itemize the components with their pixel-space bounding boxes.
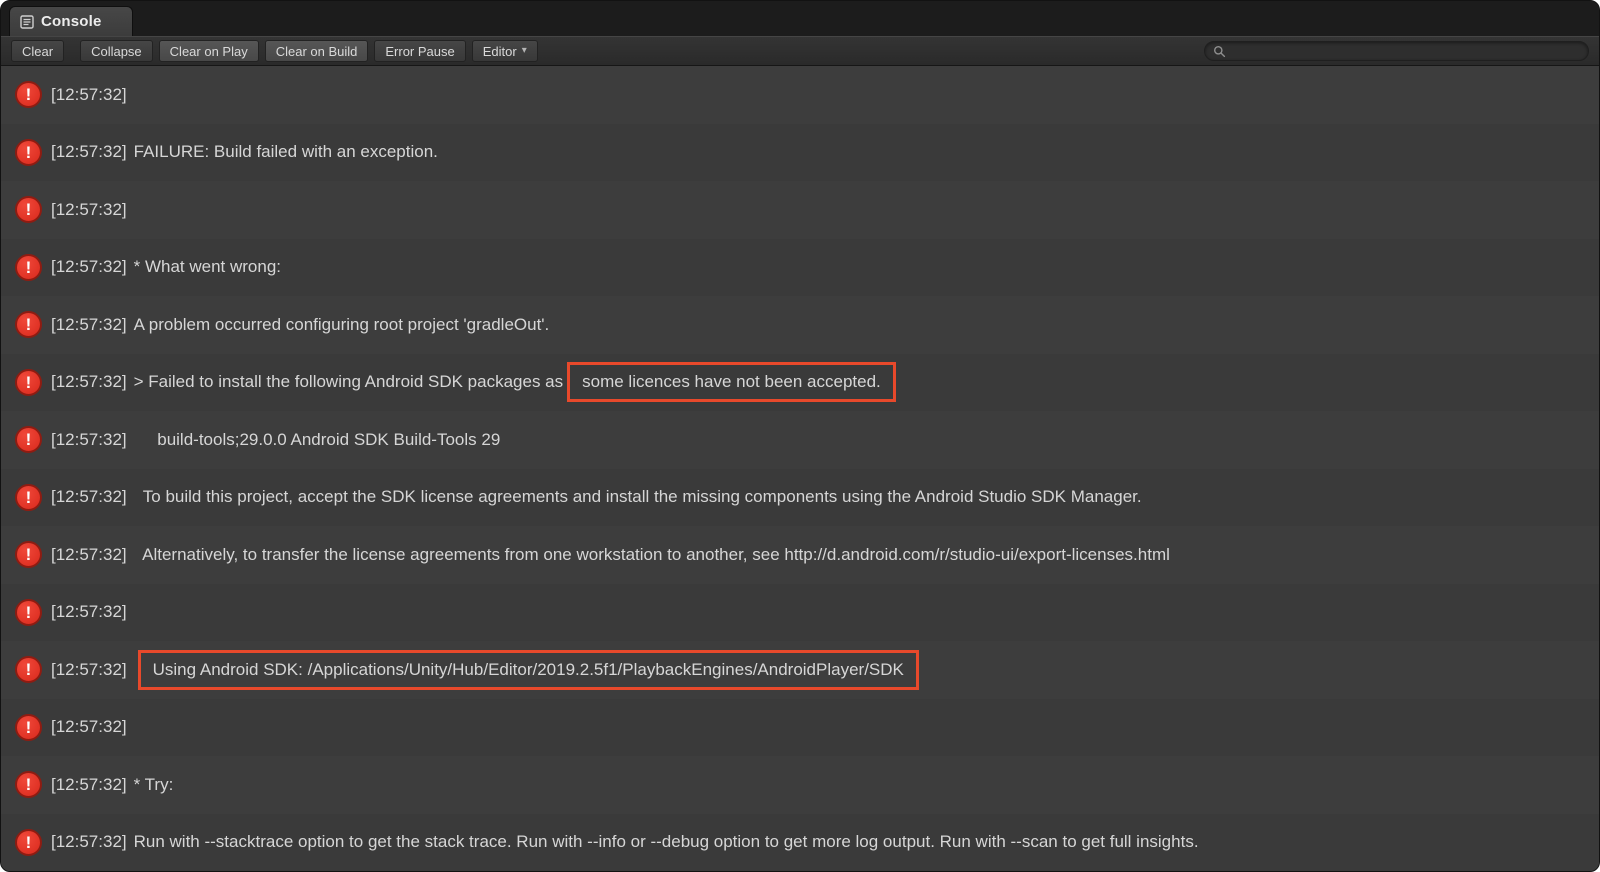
exclamation-glyph: ! (26, 86, 32, 103)
tab-label: Console (41, 13, 102, 30)
collapse-toggle[interactable]: Collapse (80, 40, 153, 62)
log-entry[interactable]: ! [12:57:32] build-tools;29.0.0 Android … (1, 411, 1599, 469)
editor-dropdown[interactable]: Editor ▾ (472, 40, 538, 62)
error-icon: ! (15, 541, 42, 568)
log-timestamp: [12:57:32] (51, 257, 127, 277)
log-text: [12:57:32] Using Android SDK: /Applicatio… (51, 650, 919, 690)
console-toolbar: Clear Collapse Clear on Play Clear on Bu… (1, 36, 1599, 66)
log-entry[interactable]: ! [12:57:32] To build this project, acce… (1, 469, 1599, 527)
error-icon: ! (15, 81, 42, 108)
log-entry[interactable]: ! [12:57:32] FAILURE: Build failed with a… (1, 124, 1599, 182)
error-icon: ! (15, 714, 42, 741)
clear-on-play-toggle[interactable]: Clear on Play (159, 40, 259, 62)
error-icon: ! (15, 369, 42, 396)
log-message: * Try: (134, 775, 174, 795)
log-timestamp: [12:57:32] (51, 545, 127, 565)
log-timestamp: [12:57:32] (51, 717, 127, 737)
log-entry[interactable]: ! [12:57:32] (1, 584, 1599, 642)
log-message: FAILURE: Build failed with an exception. (134, 142, 438, 162)
log-text: [12:57:32] Alternatively, to transfer th… (51, 545, 1170, 565)
log-message: To build this project, accept the SDK li… (134, 487, 1142, 507)
log-text: [12:57:32] (51, 200, 134, 220)
log-text: [12:57:32] FAILURE: Build failed with an … (51, 142, 438, 162)
log-timestamp: [12:57:32] (51, 85, 127, 105)
log-timestamp: [12:57:32] (51, 430, 127, 450)
error-icon: ! (15, 829, 42, 856)
log-timestamp: [12:57:32] (51, 832, 127, 852)
error-pause-toggle[interactable]: Error Pause (374, 40, 465, 62)
error-icon: ! (15, 196, 42, 223)
console-log-list: ! [12:57:32] ! [12:57:32] FAILURE: Build … (1, 66, 1599, 871)
log-timestamp: [12:57:32] (51, 775, 127, 795)
error-icon: ! (15, 656, 42, 683)
exclamation-glyph: ! (26, 201, 32, 218)
exclamation-glyph: ! (26, 719, 32, 736)
log-timestamp: [12:57:32] (51, 602, 127, 622)
log-highlight-box: some licences have not been accepted. (567, 362, 896, 402)
log-text: [12:57:32] To build this project, accept… (51, 487, 1142, 507)
error-icon: ! (15, 426, 42, 453)
tab-console[interactable]: Console (9, 6, 133, 36)
exclamation-glyph: ! (26, 776, 32, 793)
log-timestamp: [12:57:32] (51, 200, 127, 220)
search-input[interactable] (1231, 44, 1580, 59)
log-timestamp: [12:57:32] (51, 315, 127, 335)
log-message: Run with --stacktrace option to get the … (134, 832, 1199, 852)
log-entry[interactable]: ! [12:57:32] Run with --stacktrace option… (1, 814, 1599, 872)
log-timestamp: [12:57:32] (51, 660, 127, 680)
log-message: * What went wrong: (134, 257, 281, 277)
exclamation-glyph: ! (26, 604, 32, 621)
log-entry[interactable]: ! [12:57:32] Using Android SDK: /Applicat… (1, 641, 1599, 699)
log-text: [12:57:32] build-tools;29.0.0 Android SD… (51, 430, 500, 450)
clear-button[interactable]: Clear (11, 40, 64, 62)
log-message: > Failed to install the following Androi… (134, 372, 564, 392)
log-entry[interactable]: ! [12:57:32] (1, 699, 1599, 757)
chevron-down-icon: ▾ (522, 46, 527, 56)
log-text: [12:57:32] Run with --stacktrace option t… (51, 832, 1199, 852)
log-highlight-box: Using Android SDK: /Applications/Unity/H… (138, 650, 919, 690)
error-icon: ! (15, 484, 42, 511)
exclamation-glyph: ! (26, 316, 32, 333)
exclamation-glyph: ! (26, 834, 32, 851)
search-icon (1213, 45, 1226, 58)
exclamation-glyph: ! (26, 374, 32, 391)
log-entry[interactable]: ! [12:57:32] > Failed to install the foll… (1, 354, 1599, 412)
log-entry[interactable]: ! [12:57:32] * Try: (1, 756, 1599, 814)
error-icon: ! (15, 139, 42, 166)
log-timestamp: [12:57:32] (51, 372, 127, 392)
unity-console-window: Console Clear Collapse Clear on Play Cle… (0, 0, 1600, 872)
exclamation-glyph: ! (26, 489, 32, 506)
log-entry[interactable]: ! [12:57:32] A problem occurred configuri… (1, 296, 1599, 354)
log-entry[interactable]: ! [12:57:32] Alternatively, to transfer … (1, 526, 1599, 584)
log-text: [12:57:32] A problem occurred configuring… (51, 315, 549, 335)
log-message: Alternatively, to transfer the license a… (134, 545, 1170, 565)
log-entry[interactable]: ! [12:57:32] (1, 181, 1599, 239)
error-icon: ! (15, 311, 42, 338)
log-message: build-tools;29.0.0 Android SDK Build-Too… (134, 430, 501, 450)
log-timestamp: [12:57:32] (51, 142, 127, 162)
console-search[interactable] (1204, 41, 1589, 61)
log-message: A problem occurred configuring root proj… (134, 315, 550, 335)
clear-on-build-toggle[interactable]: Clear on Build (265, 40, 369, 62)
log-timestamp: [12:57:32] (51, 487, 127, 507)
log-entry[interactable]: ! [12:57:32] (1, 66, 1599, 124)
log-text: [12:57:32] * What went wrong: (51, 257, 281, 277)
exclamation-glyph: ! (26, 259, 32, 276)
log-text: [12:57:32] > Failed to install the follow… (51, 362, 896, 402)
log-entry[interactable]: ! [12:57:32] * What went wrong: (1, 239, 1599, 297)
error-icon: ! (15, 254, 42, 281)
exclamation-glyph: ! (26, 661, 32, 678)
tab-bar: Console (1, 1, 1599, 36)
log-text: [12:57:32] (51, 85, 134, 105)
editor-dropdown-label: Editor (483, 44, 517, 59)
exclamation-glyph: ! (26, 144, 32, 161)
error-icon: ! (15, 771, 42, 798)
error-icon: ! (15, 599, 42, 626)
exclamation-glyph: ! (26, 546, 32, 563)
log-text: [12:57:32] (51, 602, 134, 622)
log-text: [12:57:32] (51, 717, 134, 737)
exclamation-glyph: ! (26, 431, 32, 448)
console-tab-icon (20, 15, 34, 29)
log-text: [12:57:32] * Try: (51, 775, 173, 795)
